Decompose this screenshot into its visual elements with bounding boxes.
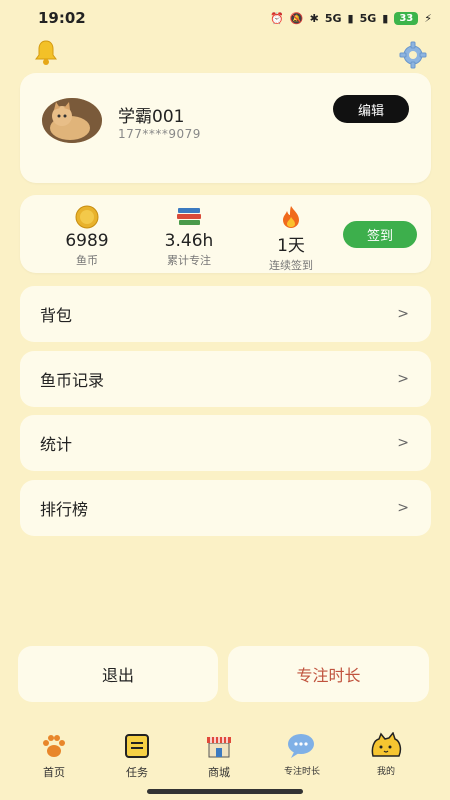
fire-icon bbox=[251, 205, 331, 229]
tab-label: 任务 bbox=[126, 766, 148, 779]
cat-face-icon bbox=[351, 732, 421, 760]
tab-label: 我的 bbox=[376, 767, 395, 777]
status-bar: 19:02 ⏰ 🔕 ✱ 5G ▮ 5G ▮ 33 ⚡ bbox=[0, 0, 450, 36]
menu-item-coin-records[interactable]: 鱼币记录 > bbox=[20, 351, 431, 407]
tab-store[interactable]: 商城 bbox=[184, 732, 254, 780]
stats-card: 6989 鱼币 3.46h 累计专注 1天 连续签到 签到 bbox=[20, 195, 431, 273]
logout-button[interactable]: 退出 bbox=[18, 646, 218, 702]
notebook-icon bbox=[102, 732, 172, 760]
menu-item-label: 鱼币记录 bbox=[40, 371, 105, 390]
signal-2: 5G bbox=[359, 11, 377, 25]
chat-bubble-icon bbox=[267, 732, 337, 760]
tab-tasks[interactable]: 任务 bbox=[102, 732, 172, 780]
avatar[interactable] bbox=[42, 98, 102, 143]
menu-item-backpack[interactable]: 背包 > bbox=[20, 286, 431, 342]
home-indicator bbox=[147, 789, 303, 794]
stat-coins: 6989 鱼币 bbox=[47, 205, 127, 268]
top-toolbar bbox=[0, 38, 450, 70]
mute-icon: 🔕 bbox=[289, 11, 304, 25]
tab-label: 专注时长 bbox=[283, 767, 320, 777]
chevron-right-icon: > bbox=[397, 500, 409, 516]
status-time: 19:02 bbox=[38, 9, 86, 27]
bell-icon[interactable] bbox=[32, 38, 60, 70]
paw-icon bbox=[19, 732, 89, 760]
menu-item-statistics[interactable]: 统计 > bbox=[20, 415, 431, 471]
tab-label: 首页 bbox=[43, 766, 65, 779]
tab-focus-time[interactable]: 专注时长 bbox=[267, 732, 337, 777]
battery-indicator: 33 bbox=[394, 11, 419, 25]
streak-value: 1天 bbox=[277, 236, 305, 256]
gear-icon[interactable] bbox=[398, 40, 428, 74]
bluetooth-icon: ✱ bbox=[309, 11, 319, 25]
stat-streak: 1天 连续签到 bbox=[251, 205, 331, 273]
coin-value: 6989 bbox=[65, 231, 109, 251]
focus-total-value: 3.46h bbox=[164, 231, 214, 251]
signal-1: 5G bbox=[324, 11, 342, 25]
status-icons: ⏰ 🔕 ✱ 5G ▮ 5G ▮ 33 ⚡ bbox=[270, 11, 432, 25]
charging-icon: ⚡ bbox=[424, 11, 432, 25]
alarm-icon: ⏰ bbox=[270, 11, 284, 25]
focus-total-label: 累计专注 bbox=[167, 254, 211, 267]
streak-label: 连续签到 bbox=[269, 259, 313, 272]
checkin-button[interactable]: 签到 bbox=[343, 221, 417, 248]
coin-label: 鱼币 bbox=[76, 254, 98, 267]
chevron-right-icon: > bbox=[397, 306, 409, 322]
menu-item-leaderboard[interactable]: 排行榜 > bbox=[20, 480, 431, 536]
signal-bars-icon: ▮ bbox=[382, 11, 389, 25]
username: 学霸001 bbox=[118, 107, 185, 127]
signal-bars-icon: ▮ bbox=[347, 11, 354, 25]
chevron-right-icon: > bbox=[397, 435, 409, 451]
store-icon bbox=[184, 732, 254, 760]
menu-item-label: 背包 bbox=[40, 306, 73, 325]
stat-focus-total: 3.46h 累计专注 bbox=[149, 205, 229, 268]
tab-label: 商城 bbox=[208, 766, 230, 779]
tab-me[interactable]: 我的 bbox=[351, 732, 421, 777]
books-icon bbox=[149, 205, 229, 229]
menu-item-label: 排行榜 bbox=[40, 500, 89, 519]
focus-time-button[interactable]: 专注时长 bbox=[228, 646, 429, 702]
edit-profile-button[interactable]: 编辑 bbox=[333, 95, 409, 123]
coin-icon bbox=[47, 205, 127, 229]
phone-number: 177****9079 bbox=[118, 127, 201, 141]
tab-home[interactable]: 首页 bbox=[19, 732, 89, 780]
chevron-right-icon: > bbox=[397, 371, 409, 387]
profile-card: 学霸001 177****9079 编辑 bbox=[20, 73, 431, 183]
menu-item-label: 统计 bbox=[40, 435, 73, 454]
